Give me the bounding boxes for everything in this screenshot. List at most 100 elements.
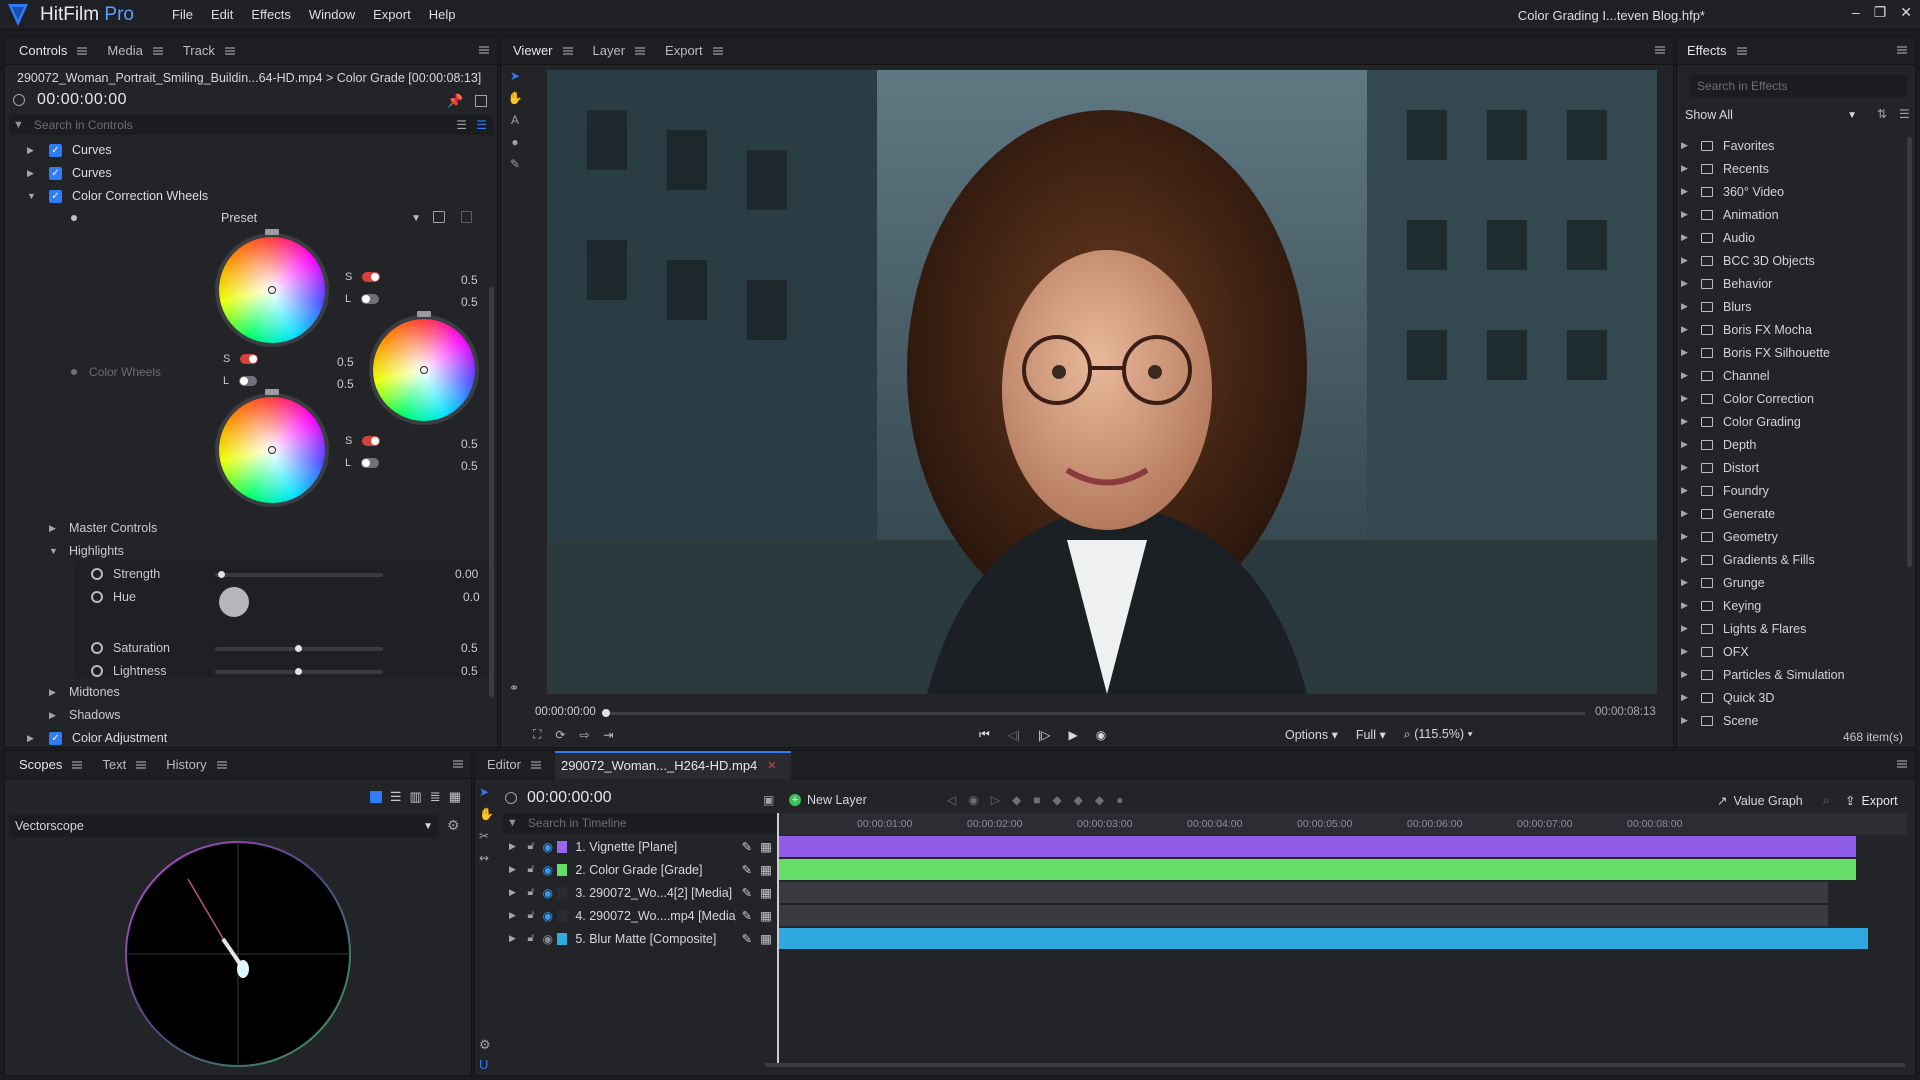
- effects-search[interactable]: Search in Effects: [1689, 75, 1907, 97]
- menu-edit[interactable]: Edit: [211, 7, 233, 22]
- effects-menu-icon[interactable]: ☰: [1899, 107, 1910, 121]
- split-view-icon[interactable]: [475, 95, 487, 107]
- effects-folder-item[interactable]: ▶ Color Correction: [1681, 387, 1907, 410]
- export-frame-icon[interactable]: ⇨: [579, 728, 589, 742]
- options-dropdown[interactable]: Options ▾: [1285, 727, 1338, 742]
- keyframe-toggle[interactable]: [91, 642, 103, 654]
- expand-arrow-icon[interactable]: ▶: [49, 710, 61, 721]
- controls-timecode[interactable]: 00:00:00:00: [37, 91, 127, 109]
- single-view-icon[interactable]: [369, 791, 382, 803]
- param-value[interactable]: 0.5: [461, 664, 478, 678]
- columns-icon[interactable]: ▥: [410, 789, 422, 805]
- effects-scrollbar[interactable]: [1907, 137, 1912, 567]
- effects-folder-item[interactable]: ▶ Recents: [1681, 157, 1907, 180]
- keyframe-toggle[interactable]: [91, 665, 103, 677]
- menu-file[interactable]: File: [172, 7, 193, 22]
- expand-arrow-icon[interactable]: ▶: [509, 841, 519, 852]
- expand-arrow-icon[interactable]: ▶: [1681, 140, 1693, 151]
- expand-arrow-icon[interactable]: ▶: [509, 864, 519, 875]
- param-value[interactable]: 0.00: [455, 567, 478, 581]
- rows-icon[interactable]: ≣: [430, 789, 441, 805]
- wheel-knob[interactable]: [265, 229, 279, 235]
- slip-icon[interactable]: ↭: [479, 851, 494, 865]
- strength-slider[interactable]: [215, 571, 383, 578]
- expand-arrow-icon[interactable]: ▶: [49, 523, 61, 534]
- effects-folder-item[interactable]: ▶ Boris FX Silhouette: [1681, 341, 1907, 364]
- tab-menu-icon[interactable]: [635, 46, 646, 55]
- effects-folder-item[interactable]: ▶ Color Grading: [1681, 410, 1907, 433]
- tab-menu-icon[interactable]: [152, 46, 163, 55]
- effects-folder-item[interactable]: ▶ OFX: [1681, 640, 1907, 663]
- playhead-handle[interactable]: [602, 709, 610, 717]
- insert-icon[interactable]: ⇥: [604, 728, 614, 742]
- slider-handle[interactable]: [218, 571, 226, 578]
- effects-folder-item[interactable]: ▶ Audio: [1681, 226, 1907, 249]
- minimize-button[interactable]: –: [1852, 4, 1860, 21]
- effect-enable-checkbox[interactable]: ✓: [49, 731, 62, 745]
- keyframe-dot[interactable]: [71, 215, 77, 221]
- midtones-row[interactable]: ▶ Midtones: [49, 685, 120, 699]
- matte-icon[interactable]: ▦: [760, 931, 772, 946]
- master-controls-row[interactable]: ▶ Master Controls: [49, 521, 157, 535]
- collapse-arrow-icon[interactable]: ▼: [27, 191, 39, 201]
- tab-export[interactable]: Export: [659, 37, 737, 65]
- wheel-knob[interactable]: [417, 311, 431, 317]
- export-button[interactable]: ⇪ Export: [1845, 793, 1898, 809]
- lightness-toggle[interactable]: [361, 458, 380, 468]
- effect-enable-checkbox[interactable]: ✓: [49, 189, 62, 203]
- preset-dropdown[interactable]: Preset ▼: [221, 209, 421, 227]
- step-forward-icon[interactable]: |▷: [1038, 728, 1050, 742]
- midtones-color-wheel[interactable]: [373, 311, 475, 421]
- effect-row-color-adjustment[interactable]: ▶ ✓ Color Adjustment: [27, 731, 167, 745]
- menu-help[interactable]: Help: [429, 7, 456, 22]
- select-icon[interactable]: ➤: [510, 69, 520, 83]
- sort-icon[interactable]: ⇅: [1877, 107, 1887, 121]
- tab-controls[interactable]: Controls: [13, 37, 101, 65]
- effects-folder-item[interactable]: ▶ Gradients & Fills: [1681, 548, 1907, 571]
- expand-arrow-icon[interactable]: ▶: [1681, 462, 1693, 473]
- controls-scrollbar[interactable]: [489, 287, 494, 697]
- effects-folder-item[interactable]: ▶ Lights & Flares: [1681, 617, 1907, 640]
- expand-arrow-icon[interactable]: ▶: [1681, 324, 1693, 335]
- tab-menu-icon[interactable]: [72, 760, 83, 769]
- play-icon[interactable]: ▶: [1069, 728, 1078, 742]
- new-layer-button[interactable]: + New Layer: [789, 793, 867, 807]
- effect-row-color-correction-wheels[interactable]: ▼ ✓ Color Correction Wheels: [27, 189, 208, 203]
- expand-arrow-icon[interactable]: ▶: [1681, 439, 1693, 450]
- expand-arrow-icon[interactable]: ▶: [1681, 715, 1693, 726]
- menu-effects[interactable]: Effects: [251, 7, 291, 22]
- s-value[interactable]: 0.5: [461, 437, 478, 451]
- timeline-hscroll[interactable]: [765, 1063, 1905, 1067]
- expand-arrow-icon[interactable]: ▶: [1681, 209, 1693, 220]
- wheel-knob[interactable]: [265, 389, 279, 395]
- expand-arrow-icon[interactable]: ▶: [1681, 508, 1693, 519]
- close-button[interactable]: ✕: [1900, 4, 1912, 21]
- effects-folder-item[interactable]: ▶ Behavior: [1681, 272, 1907, 295]
- l-value[interactable]: 0.5: [461, 295, 478, 309]
- tab-menu-icon[interactable]: [712, 46, 723, 55]
- effects-folder-item[interactable]: ▶ 360° Video: [1681, 180, 1907, 203]
- saturation-toggle[interactable]: [362, 272, 381, 282]
- tab-effects[interactable]: Effects: [1681, 37, 1761, 65]
- pen-icon[interactable]: ✎: [742, 885, 752, 900]
- effects-folder-item[interactable]: ▶ Depth: [1681, 433, 1907, 456]
- panel-menu-icon[interactable]: [453, 760, 463, 768]
- viewer-scrub-bar[interactable]: [602, 709, 1585, 717]
- hand-icon[interactable]: ✋: [479, 807, 494, 821]
- tab-menu-icon[interactable]: [562, 46, 573, 55]
- keyframe-icon[interactable]: ◆: [1074, 793, 1083, 807]
- shadows-row[interactable]: ▶ Shadows: [49, 708, 120, 722]
- lightness-slider[interactable]: [215, 668, 383, 675]
- expand-arrow-icon[interactable]: ▶: [1681, 600, 1693, 611]
- expand-arrow-icon[interactable]: ▶: [1681, 186, 1693, 197]
- gear-icon[interactable]: ⚙: [447, 817, 460, 834]
- effects-folder-item[interactable]: ▶ Scene: [1681, 709, 1907, 732]
- marker-icon[interactable]: ●: [1116, 793, 1123, 807]
- expand-arrow-icon[interactable]: ▶: [509, 887, 519, 898]
- lock-icon[interactable]: 🔓︎: [527, 840, 534, 853]
- l-value[interactable]: 0.5: [461, 459, 478, 473]
- panel-menu-icon[interactable]: [1897, 760, 1907, 768]
- expand-arrow-icon[interactable]: ▶: [27, 733, 39, 744]
- lightness-toggle[interactable]: [361, 294, 380, 304]
- timeline-clip[interactable]: [779, 836, 1857, 857]
